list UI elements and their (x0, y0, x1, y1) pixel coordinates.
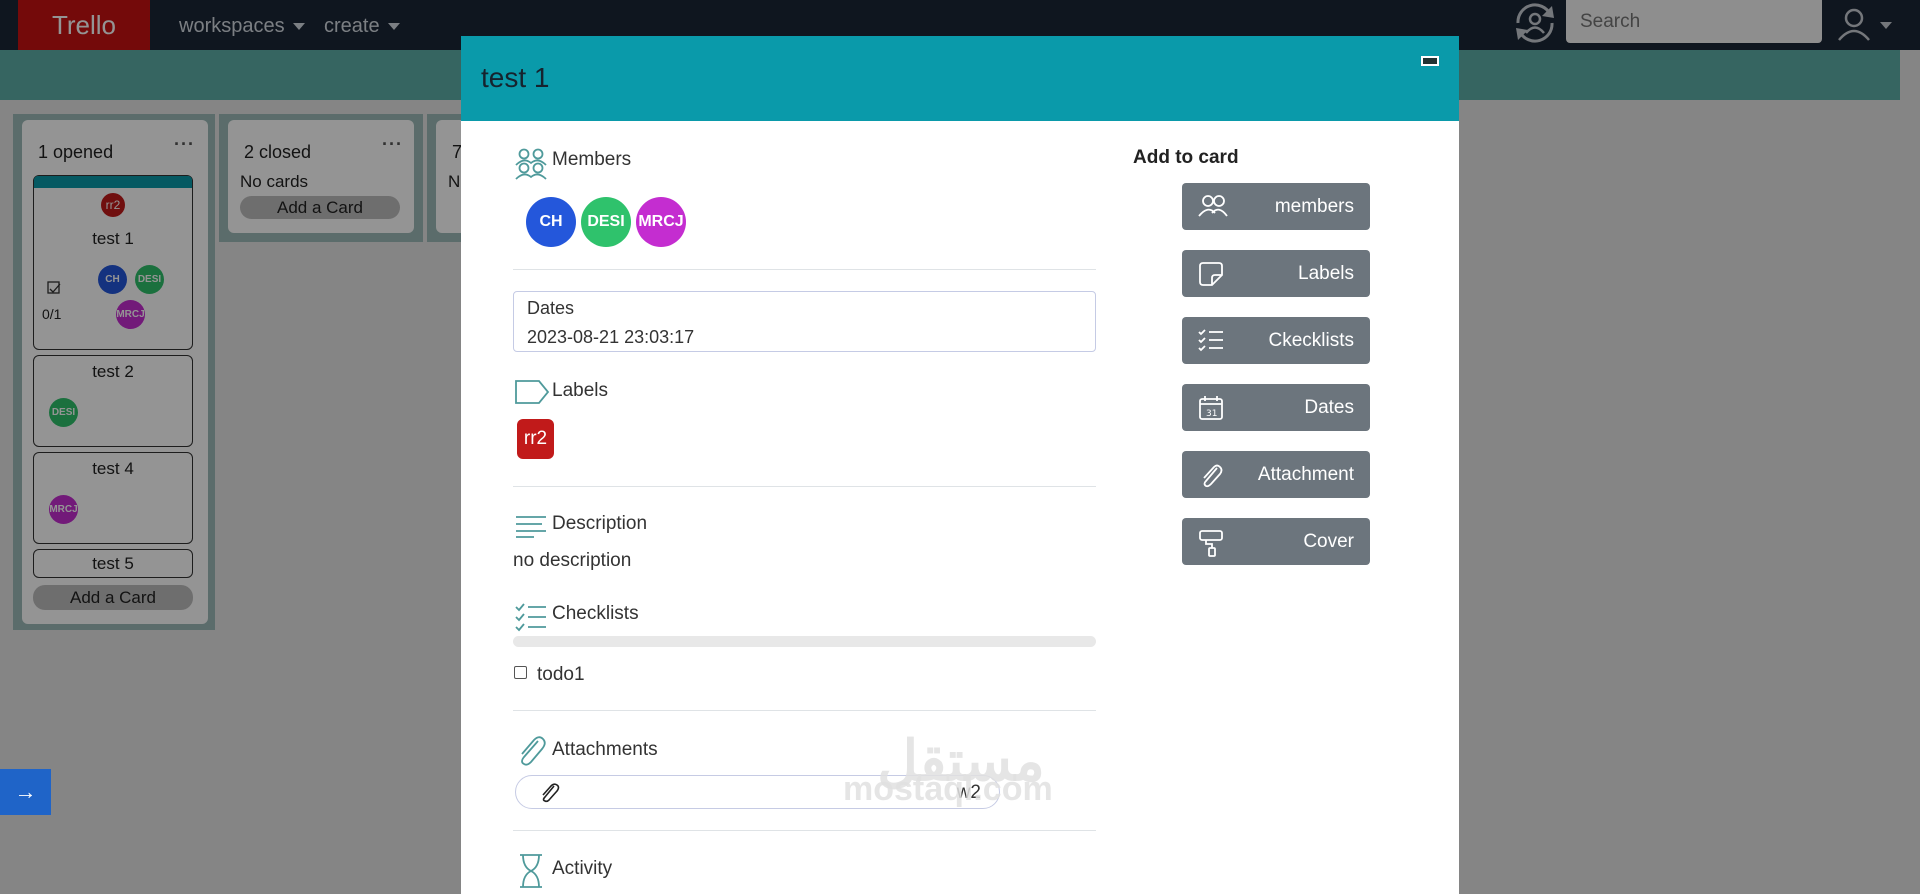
add-dates-button[interactable]: 31 Dates (1182, 384, 1370, 431)
description-text[interactable]: no description (513, 550, 631, 572)
checklist-item-text: todo1 (537, 664, 585, 685)
minimize-icon[interactable] (1421, 56, 1439, 66)
description-heading: Description (552, 513, 648, 534)
button-label: Cover (1303, 531, 1354, 552)
paperclip-icon (542, 783, 560, 803)
modal-title: test 1 (481, 62, 550, 93)
button-label: Attachment (1257, 464, 1354, 485)
add-members-button[interactable]: members (1182, 183, 1370, 230)
text-align-icon (516, 516, 546, 538)
sticky-note-icon (1199, 262, 1223, 286)
section-divider (513, 830, 1096, 831)
button-label: Ckecklists (1268, 330, 1354, 351)
checklists-heading: Checklists (552, 603, 639, 624)
watermark-latin: mostaql.com (843, 770, 1053, 808)
attachments-heading: Attachments (552, 739, 658, 760)
button-label: members (1274, 196, 1354, 217)
labels-heading: Labels (552, 380, 608, 401)
calendar-icon: 31 (1199, 396, 1223, 420)
paint-roller-icon (1199, 530, 1223, 557)
add-to-card-heading: Add to card (1133, 147, 1239, 168)
label-chip[interactable]: rr2 (517, 419, 554, 459)
member-avatar[interactable]: DESI (581, 197, 631, 247)
checklist-icon (1198, 329, 1223, 352)
arrow-right-icon: → (14, 779, 37, 804)
label-icon (515, 380, 550, 404)
add-checklists-button[interactable]: Ckecklists (1182, 317, 1370, 364)
section-divider (513, 486, 1096, 487)
modal-header: test 1 (461, 36, 1459, 121)
date-value: 2023-08-21 23:03:17 (527, 327, 695, 347)
members-heading: Members (552, 149, 632, 170)
arrow-right-button[interactable]: → (0, 769, 51, 815)
paperclip-icon (1203, 464, 1223, 488)
members-icon (1198, 195, 1228, 217)
members-icon (515, 148, 547, 180)
add-attachment-button[interactable]: Attachment (1182, 451, 1370, 498)
checklist-icon (515, 603, 546, 632)
checklist-progress-bar (513, 636, 1096, 647)
add-labels-button[interactable]: Labels (1182, 250, 1370, 297)
hourglass-icon (520, 854, 542, 888)
member-avatar[interactable]: CH (526, 197, 576, 247)
checklist-item-checkbox[interactable] (514, 666, 527, 679)
section-divider (513, 710, 1096, 711)
activity-heading: Activity (552, 858, 613, 879)
member-avatar[interactable]: MRCJ (636, 197, 686, 247)
add-cover-button[interactable]: Cover (1182, 518, 1370, 565)
svg-text:31: 31 (1206, 409, 1217, 419)
section-divider (513, 269, 1096, 270)
dates-box[interactable]: Dates 2023-08-21 23:03:17 (513, 291, 1096, 352)
button-label: Dates (1304, 397, 1354, 418)
button-label: Labels (1298, 263, 1354, 284)
paperclip-icon (521, 736, 546, 766)
dates-heading: Dates (527, 298, 575, 318)
